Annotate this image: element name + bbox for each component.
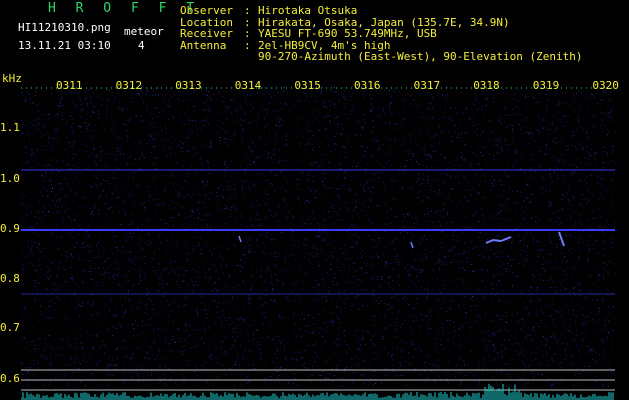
time-tick-label: 0320 [592, 79, 619, 92]
info-label: Antenna [180, 38, 227, 52]
freq-tick-label: 0.8 [0, 272, 20, 285]
time-tick-label: 0319 [532, 79, 560, 92]
spectrogram-plot [21, 86, 615, 400]
info-row: 90-270-Azimuth (East-West), 90-Elevation… [180, 51, 583, 63]
freq-tick-label: 1.1 [0, 121, 20, 134]
date-time: 13.11.21 03:10 [18, 39, 111, 52]
axis-unit: kHz [2, 72, 22, 85]
time-tick-label: 0314 [234, 79, 262, 92]
meteor-echo [492, 239, 502, 242]
info-value: 90-270-Azimuth (East-West), 90-Elevation… [258, 50, 583, 63]
time-tick-label: 0313 [175, 79, 202, 92]
time-tick-label: 0311 [56, 79, 83, 92]
file-name: HI11210310.png [18, 21, 111, 34]
time-tick-label: 0316 [354, 79, 381, 92]
time-tick-label: 0315 [294, 79, 321, 92]
station-info: Observer: Hirotaka Otsuka Location: Hirak… [180, 5, 583, 63]
freq-tick-label: 0.7 [0, 321, 20, 334]
freq-tick-label: 0.9 [0, 222, 20, 235]
plot-background [21, 86, 615, 400]
time-tick-label: 0318 [473, 79, 500, 92]
meteor-count: 4 [138, 39, 145, 52]
freq-tick-label: 1.0 [0, 172, 20, 185]
info-separator [244, 51, 258, 63]
meteor-label: meteor [124, 25, 164, 38]
program-title: H R O F F T [48, 1, 201, 16]
time-tick-label: 0317 [413, 79, 441, 92]
time-tick-label: 0312 [115, 79, 143, 92]
freq-tick-label: 0.6 [0, 372, 20, 385]
